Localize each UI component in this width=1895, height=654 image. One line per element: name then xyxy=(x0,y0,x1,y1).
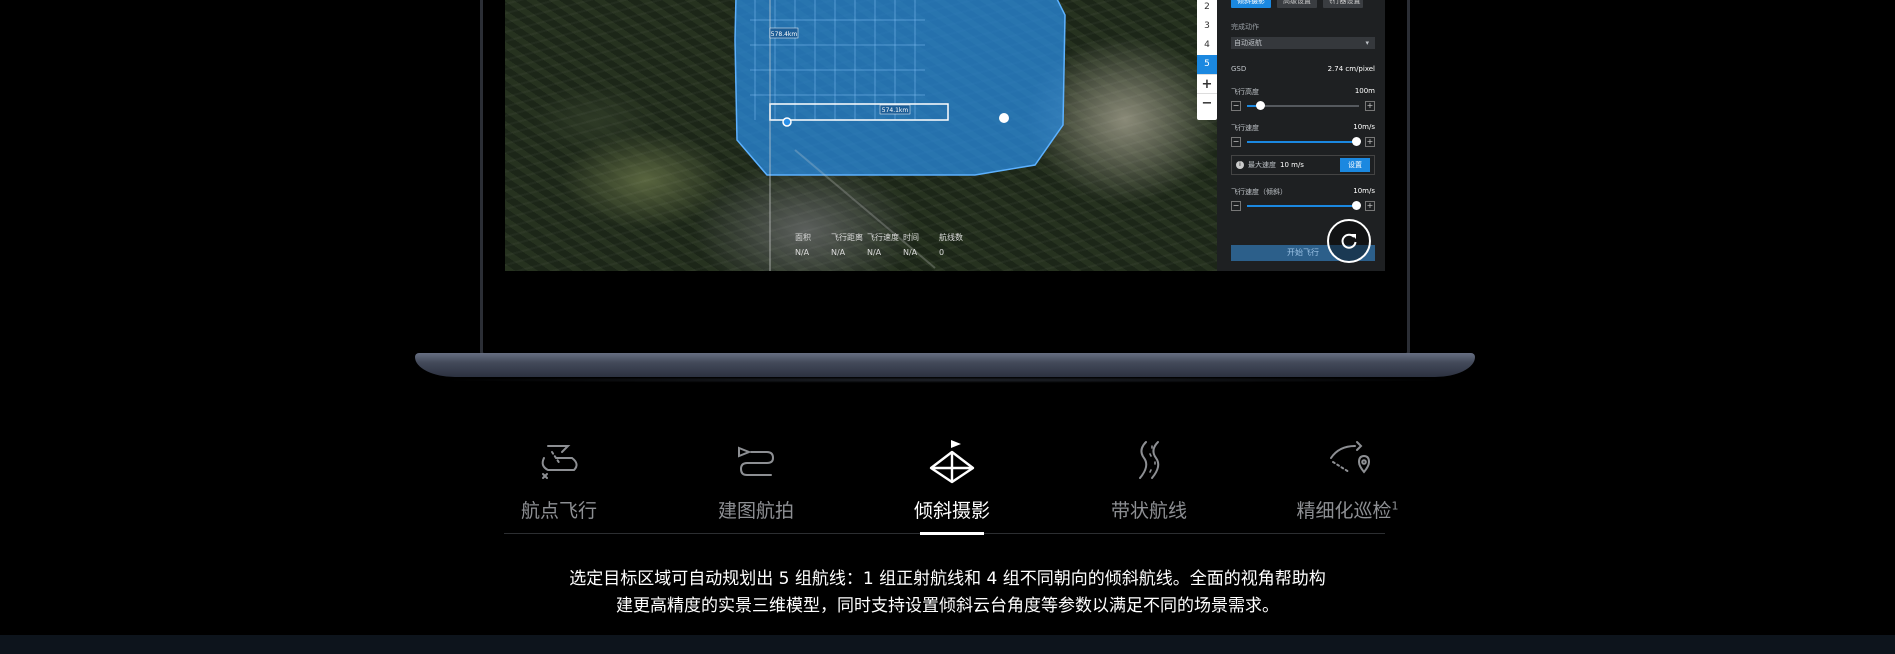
altitude-increase-button[interactable]: + xyxy=(1365,101,1375,111)
speed-slider-knob[interactable] xyxy=(1351,137,1361,146)
tab-label: 倾斜摄影 xyxy=(913,500,990,522)
zoom-level-4[interactable]: 4 xyxy=(1197,36,1217,55)
waypoint-flight-icon xyxy=(541,445,578,479)
description-line: 选定目标区域可自动规划出 5 组航线：1 组正射航线和 4 组不同朝向的倾斜航线… xyxy=(569,569,1326,589)
oblique-speed-track[interactable] xyxy=(1247,201,1361,210)
tab-label: 建图航拍 xyxy=(717,500,794,522)
laptop-base xyxy=(415,353,1475,377)
survey-area-overlay[interactable]: 578.4km 574.1km xyxy=(505,0,1217,271)
stat-header: 面积 xyxy=(795,233,811,242)
set-button[interactable]: 设置 xyxy=(1340,158,1370,172)
altitude-track[interactable] xyxy=(1247,101,1359,110)
tab-label: 带状航线 xyxy=(1110,500,1187,522)
stat-header: 航线数 xyxy=(939,233,963,242)
corridor-route-icon xyxy=(1139,441,1160,479)
description-line: 建更高精度的实景三维模型，同时支持设置倾斜云台角度等参数以满足不同的场景需求。 xyxy=(616,596,1279,616)
tab-label: 航点飞行 xyxy=(520,500,597,522)
speed-decrease-button[interactable]: − xyxy=(1231,137,1241,147)
tab-label: 精细化巡检 xyxy=(1296,500,1392,522)
tab-mapping-aerial[interactable]: 建图航拍 xyxy=(701,438,811,534)
next-section-edge xyxy=(0,635,1895,654)
active-tab-indicator xyxy=(920,532,984,535)
footnote-marker: 1 xyxy=(1391,499,1399,513)
zoom-level-2[interactable]: 2 xyxy=(1197,0,1217,17)
altitude-row: 飞行高度 100m xyxy=(1231,87,1375,97)
speed-value: 10m/s xyxy=(1353,123,1375,131)
tab-oblique-photography[interactable]: 倾斜摄影 xyxy=(897,438,1007,535)
speed-track[interactable] xyxy=(1247,137,1361,146)
oblique-speed-decrease-button[interactable]: − xyxy=(1231,201,1241,211)
stat-value: 0 xyxy=(939,248,945,257)
fine-inspection-icon xyxy=(1329,441,1370,474)
mapping-aerial-icon xyxy=(738,446,775,476)
speed-slider: − + xyxy=(1231,137,1375,147)
area-edge-label: 574.1km xyxy=(882,107,909,114)
refresh-button[interactable] xyxy=(1327,219,1371,263)
max-speed-label: 最大速度 xyxy=(1248,161,1276,169)
area-vertex-handle xyxy=(999,113,1009,123)
chevron-down-icon: ▾ xyxy=(1365,39,1369,47)
panel-tabs: 倾斜摄影 高级设置 飞行器设置 xyxy=(1231,0,1375,8)
altitude-value: 100m xyxy=(1354,87,1375,95)
zoom-in-button[interactable]: + xyxy=(1197,74,1217,93)
laptop-shadow xyxy=(430,377,1460,383)
oblique-speed-value: 10m/s xyxy=(1353,187,1375,195)
tab-label-wrap: 精细化巡检1 xyxy=(1290,496,1405,523)
finish-action-value: 自动返航 xyxy=(1234,39,1262,47)
max-speed-info: i 最大速度 10 m/s 设置 xyxy=(1231,155,1375,175)
route-stats: 面积 飞行距离 飞行速度 时间 航线数 N/A N/A N/A N/A 0 xyxy=(795,232,975,257)
panel-tab[interactable]: 高级设置 xyxy=(1277,0,1317,8)
altitude-slider-knob[interactable] xyxy=(1256,101,1266,110)
altitude-label: 飞行高度 xyxy=(1231,88,1259,96)
altitude-decrease-button[interactable]: − xyxy=(1231,101,1241,111)
finish-action-select[interactable]: 自动返航 ▾ xyxy=(1231,37,1375,49)
stat-value: N/A xyxy=(795,248,810,257)
gsd-value: 2.74 cm/pixel xyxy=(1327,65,1375,73)
speed-label: 飞行速度 xyxy=(1231,124,1259,132)
map-zoom-control: 2 3 4 5 + − xyxy=(1197,0,1217,120)
panel-tab[interactable]: 倾斜摄影 xyxy=(1231,0,1271,8)
oblique-speed-slider-knob[interactable] xyxy=(1351,201,1361,210)
max-speed-value: 10 m/s xyxy=(1280,161,1304,169)
gsd-label: GSD xyxy=(1231,65,1247,73)
zoom-out-button[interactable]: − xyxy=(1197,93,1217,112)
tab-corridor-route[interactable]: 带状航线 xyxy=(1094,438,1204,534)
info-icon: i xyxy=(1236,161,1244,169)
area-vertex-handle xyxy=(782,117,792,127)
stat-header: 飞行距离 xyxy=(831,233,863,242)
zoom-level-3[interactable]: 3 xyxy=(1197,17,1217,36)
tab-waypoint-flight[interactable]: 航点飞行 xyxy=(504,438,614,534)
app-screenshot: 578.4km 574.1km 2 3 4 5 + − 面积 飞行距离 飞行速度… xyxy=(505,0,1385,271)
oblique-speed-label: 飞行速度（倾斜） xyxy=(1231,188,1287,196)
stat-header: 时间 xyxy=(903,233,919,242)
zoom-level-5[interactable]: 5 xyxy=(1197,55,1217,74)
oblique-photography-icon xyxy=(929,440,975,484)
feature-tabs: 航点飞行 建图航拍 倾斜摄影 带状航线 精细化巡检1 xyxy=(504,438,1399,535)
speed-row: 飞行速度 10m/s xyxy=(1231,123,1375,133)
oblique-speed-slider: − + xyxy=(1231,201,1375,211)
speed-increase-button[interactable]: + xyxy=(1365,137,1375,147)
finish-action-label: 完成动作 xyxy=(1231,23,1259,31)
altitude-slider: − + xyxy=(1231,101,1375,111)
refresh-icon xyxy=(1341,233,1357,249)
feature-description: 选定目标区域可自动规划出 5 组航线：1 组正射航线和 4 组不同朝向的倾斜航线… xyxy=(500,566,1395,620)
stat-header: 飞行速度 xyxy=(867,233,899,242)
tab-fine-inspection[interactable]: 精细化巡检1 xyxy=(1290,438,1405,534)
oblique-speed-row: 飞行速度（倾斜） 10m/s xyxy=(1231,187,1375,197)
stat-value: N/A xyxy=(903,248,918,257)
stat-value: N/A xyxy=(867,248,882,257)
oblique-speed-increase-button[interactable]: + xyxy=(1365,201,1375,211)
panel-tab[interactable]: 飞行器设置 xyxy=(1323,0,1363,8)
area-edge-label: 578.4km xyxy=(771,31,798,38)
stat-value: N/A xyxy=(831,248,846,257)
gsd-row: GSD 2.74 cm/pixel xyxy=(1231,65,1375,73)
